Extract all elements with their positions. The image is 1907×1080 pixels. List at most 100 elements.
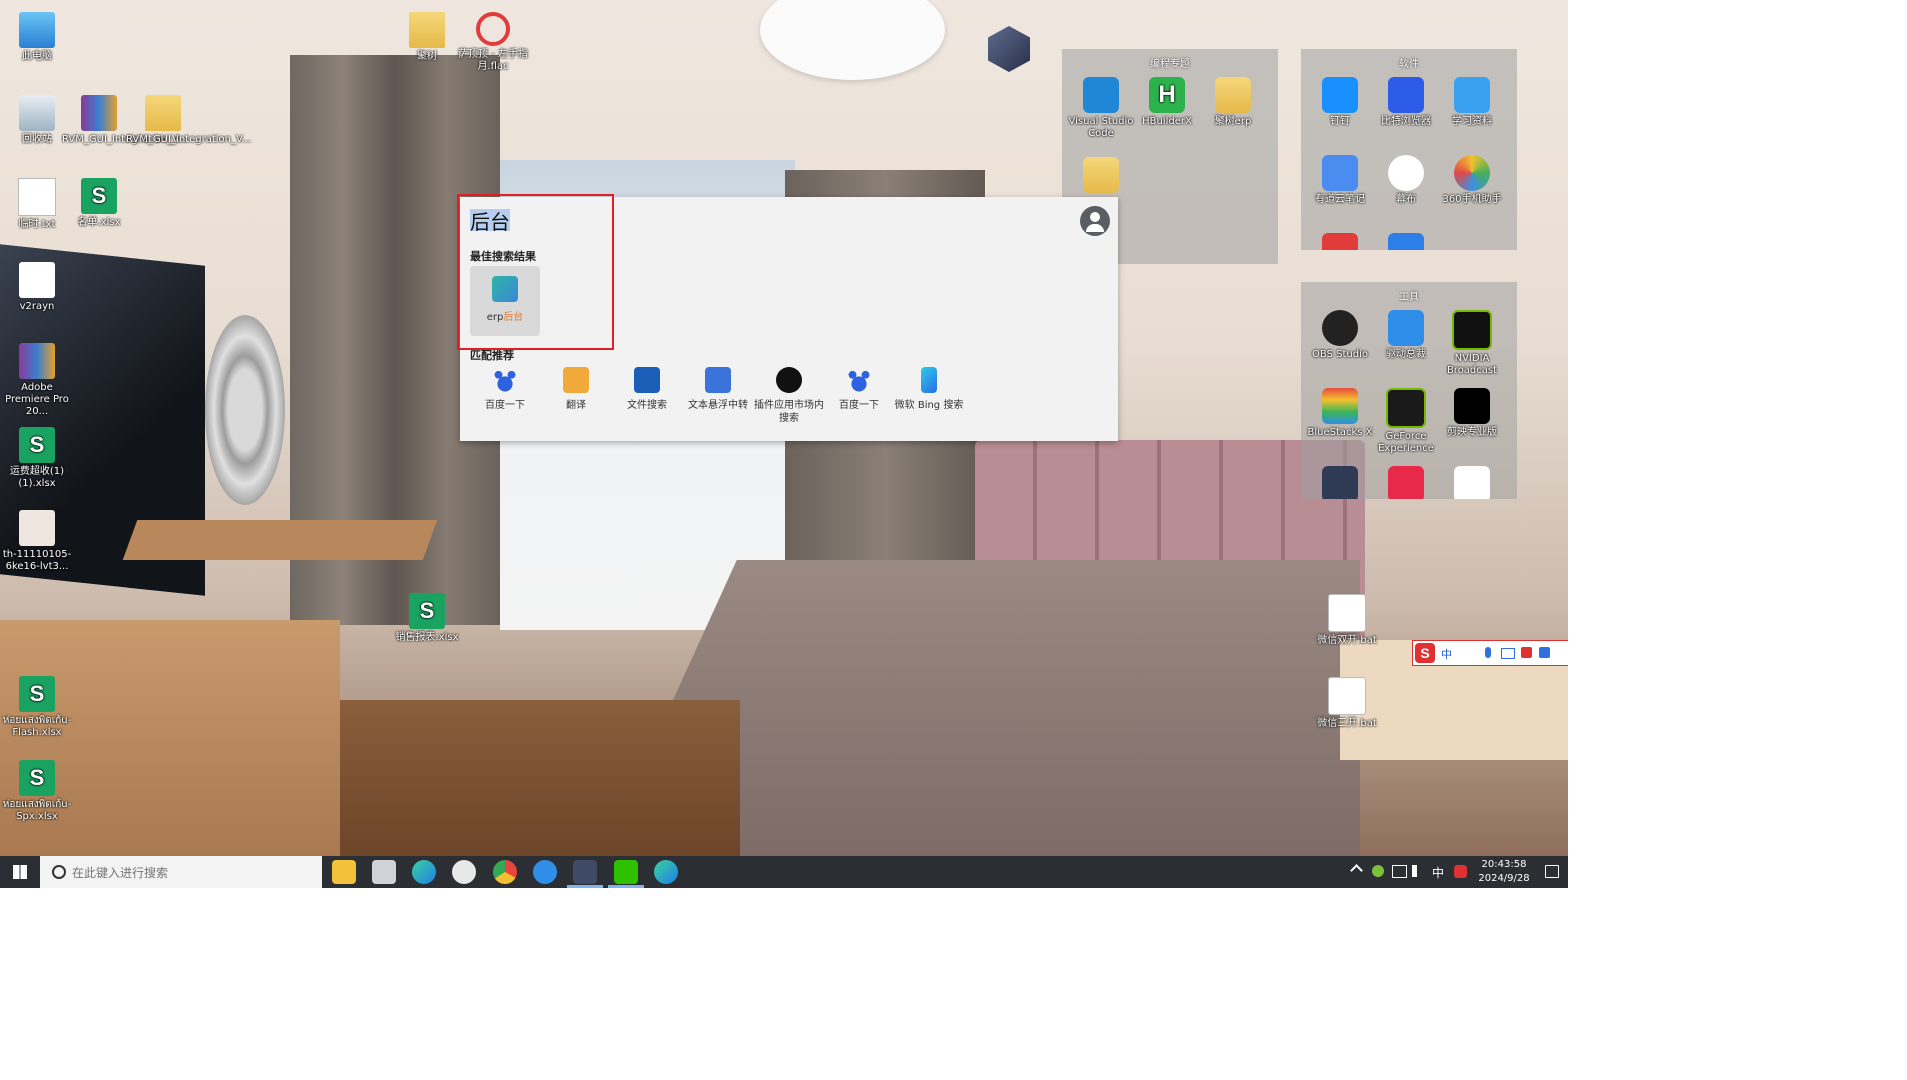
toolbox-icon[interactable] (1539, 647, 1550, 658)
fence-item-driver[interactable]: 驱动总裁 (1373, 310, 1439, 361)
translate-icon (563, 367, 589, 393)
fence-item-partial-3[interactable] (1307, 466, 1373, 499)
fence-item-360[interactable]: 360手机助手 (1439, 155, 1505, 206)
fence-item-partial-4[interactable] (1373, 466, 1439, 499)
spreadsheet-icon: S (81, 178, 117, 214)
fence-item-capcut[interactable]: 剪映专业版 (1439, 388, 1505, 439)
desktop-icon-spx-xlsx[interactable]: S ห่อยแสงพิดเก้u-Spx.xlsx (0, 760, 74, 823)
taskbar-search-input[interactable] (70, 862, 314, 884)
fence-item-obs[interactable]: OBS Studio (1307, 310, 1373, 361)
spreadsheet-icon: S (19, 760, 55, 796)
fence-item-label: OBS Studio (1312, 349, 1368, 360)
ime-mode-label[interactable]: 中 (1441, 646, 1452, 662)
rec-text-float[interactable]: 文本悬浮中转 (683, 367, 753, 412)
desktop-icon-rvm-zip[interactable]: RVM_GUI_Integration_V... (62, 95, 187, 146)
clock[interactable]: 20:43:58 2024/9/28 (1474, 858, 1534, 886)
fence-item-hbuilderx[interactable]: H HBuilderX (1134, 77, 1200, 128)
desktop-icon-premiere[interactable]: Adobe Premiere Pro 20... (0, 343, 74, 418)
fence-item-geforce[interactable]: GeForce Experience (1373, 388, 1439, 455)
volume-icon[interactable] (1412, 865, 1429, 877)
fence-item-label: HBuilderX (1142, 116, 1192, 127)
ime-toolbar[interactable]: S 中 (1412, 640, 1568, 666)
douyin-icon (1388, 466, 1424, 499)
fence-item-partial-2[interactable] (1373, 233, 1439, 250)
vscode-icon (1083, 77, 1119, 113)
fence-item-label: BlueStacks X (1307, 427, 1373, 438)
desktop-icon-namelist-xlsx[interactable]: S 名单.xlsx (62, 178, 136, 229)
fence-item-label: Visual Studio Code (1068, 116, 1134, 139)
rec-bing[interactable]: 微软 Bing 搜索 (894, 367, 964, 412)
sogou-tray-icon[interactable] (1454, 865, 1467, 878)
rec-plugin-market[interactable]: 插件应用市场内搜索 (754, 367, 824, 425)
download-icon (1454, 77, 1490, 113)
desktop-icon-label: ห่อยแสงพิดเก้u-Spx.xlsx (2, 799, 72, 822)
bitbrowser-icon (1388, 77, 1424, 113)
fence-item-bitbrowser[interactable]: 比特浏览器 (1373, 77, 1439, 128)
fence-item-label: 有道云笔记 (1315, 194, 1365, 205)
rec-baidu-2[interactable]: 百度一下 (824, 367, 894, 412)
wechat-icon[interactable] (614, 860, 638, 884)
desktop-icon-flac[interactable]: 萨顶顶 - 左手指月.flac (456, 12, 530, 73)
taskbar-active-underline (567, 885, 603, 888)
desktop-icon-wechat-dual-bat[interactable]: 微信双开.bat (1310, 594, 1384, 647)
dingtalk-icon (1322, 77, 1358, 113)
computer-icon (19, 12, 55, 48)
fence-item-partial-5[interactable] (1439, 466, 1505, 499)
fence-item-jushu-erp[interactable]: 聚树erp (1200, 77, 1266, 128)
user-avatar[interactable] (1080, 206, 1110, 236)
desktop-icon-wechat-triple-bat[interactable]: 微信三开.bat (1310, 677, 1384, 730)
clock-app-icon[interactable] (452, 860, 476, 884)
desktop-launcher-cube[interactable] (972, 26, 1046, 75)
notification-icon[interactable] (1545, 865, 1559, 878)
desktop-icon-v2rayn[interactable]: v2rayn (0, 262, 74, 313)
start-button[interactable] (0, 856, 40, 888)
taskbar-search-box[interactable] (40, 856, 322, 888)
desktop-icon-label: 回收站 (22, 134, 52, 145)
user-icon-body (1086, 224, 1104, 232)
search-app-icon[interactable] (533, 860, 557, 884)
chrome-icon[interactable] (493, 860, 517, 884)
rec-translate[interactable]: 翻译 (541, 367, 611, 412)
fence-item-dingtalk[interactable]: 钉钉 (1307, 77, 1373, 128)
tray-chevron-icon[interactable] (1350, 864, 1363, 877)
skin-icon[interactable] (1521, 647, 1532, 658)
desktop-icon-flash-xlsx[interactable]: S ห่อยแสงพิดเก้u-Flash.xlsx (0, 676, 74, 739)
desktop-icon-video-file[interactable]: th-11110105-6ke16-lvt3... (0, 510, 74, 573)
desktop-icon-sales-xlsx[interactable]: S 销售报表.xlsx (390, 593, 464, 644)
rec-file-search[interactable]: 文件搜索 (612, 367, 682, 412)
cube-app-icon[interactable] (573, 860, 597, 884)
fence-item-nvidia-broadcast[interactable]: NVIDIA Broadcast (1439, 310, 1505, 377)
rec-label: 文本悬浮中转 (688, 400, 748, 411)
fence-software[interactable]: 软件 钉钉 比特浏览器 学习资料 有道云笔记 幕布 360手机助手 (1301, 49, 1517, 250)
wallpaper-desk (122, 520, 438, 560)
edge-dev-icon[interactable] (654, 860, 678, 884)
tray-app-icon[interactable] (1372, 865, 1384, 877)
fence-item-study[interactable]: 学习资料 (1439, 77, 1505, 128)
desktop-icon-label: 销售报表.xlsx (395, 632, 459, 643)
folder-icon (409, 12, 445, 48)
rec-baidu-1[interactable]: 百度一下 (470, 367, 540, 412)
desktop-icon-freight-xlsx[interactable]: S 运费超收(1)(1).xlsx (0, 427, 74, 490)
user-icon (1090, 212, 1100, 222)
keyboard-icon[interactable] (1501, 648, 1515, 659)
winrar-archive-icon (19, 343, 55, 379)
fence-item-folder[interactable] (1068, 157, 1134, 196)
fence-item-partial-1[interactable] (1307, 233, 1373, 250)
tray-lang-indicator[interactable]: 中 (1432, 864, 1444, 881)
nvidia-broadcast-icon (1452, 310, 1492, 350)
calculator-icon[interactable] (372, 860, 396, 884)
fence-item-vscode[interactable]: Visual Studio Code (1068, 77, 1134, 140)
fence-tools[interactable]: 工具 OBS Studio 驱动总裁 NVIDIA Broadcast Blue… (1301, 282, 1517, 499)
network-icon[interactable] (1392, 865, 1407, 878)
desktop-icon-jushu[interactable]: 聚树 (390, 12, 464, 63)
text-file-icon (18, 178, 56, 216)
file-explorer-icon[interactable] (332, 860, 356, 884)
app-icon (1322, 466, 1358, 499)
fence-item-mubu[interactable]: 幕布 (1373, 155, 1439, 206)
desktop-icon-this-pc[interactable]: 此电脑 (0, 12, 74, 63)
fence-item-youdao[interactable]: 有道云笔记 (1307, 155, 1373, 206)
fence-item-bluestacks[interactable]: BlueStacks X (1307, 388, 1373, 439)
edge-icon[interactable] (412, 860, 436, 884)
microphone-icon[interactable] (1485, 647, 1491, 658)
desktop-icon-rvm-folder[interactable]: RVM_GUI_Integration_V... (126, 95, 251, 146)
